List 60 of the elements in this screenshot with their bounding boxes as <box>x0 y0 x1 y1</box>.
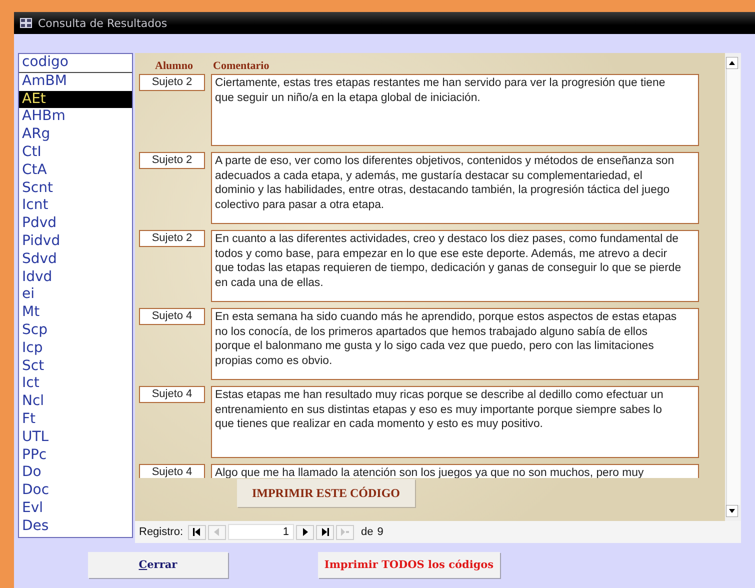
form-icon <box>20 18 32 28</box>
list-item[interactable]: ei <box>19 286 132 304</box>
last-record-button[interactable] <box>316 524 334 540</box>
list-item[interactable]: Mt <box>19 304 132 322</box>
list-item[interactable]: Pdvd <box>19 215 132 233</box>
list-item[interactable]: Evl <box>19 500 132 518</box>
list-item[interactable]: AmBM <box>19 72 132 91</box>
print-all-button[interactable]: Imprimir TODOS los códigos <box>318 552 500 578</box>
list-item[interactable]: Ft <box>19 410 132 429</box>
list-item[interactable]: Icp <box>19 340 132 358</box>
comment-field[interactable]: En cuanto a las diferentes actividades, creo y destaco los diez pases, como fundamental de todos y como base, para empezar en lo que ese este deporte. Además, me atrevo a decir que todas las etapas requieren de tiempo, dedicación y ganas de conseguir lo que se pierde en cada una de ellas. <box>211 230 699 302</box>
next-record-button[interactable] <box>296 524 314 540</box>
list-item[interactable]: Scp <box>19 322 132 340</box>
record-label: Registro: <box>139 526 184 538</box>
list-item[interactable]: Ict <box>19 375 132 394</box>
comment-field[interactable]: Algo que me ha llamado la atención son los juegos ya que no son muchos, pero muy <box>211 464 699 478</box>
comment-field[interactable]: En esta semana ha sido cuando más he aprendido, porque estos aspectos de estas etapas no los conocía, de los primeros apartados que hemos trabajado alguno sabía de ellos porque el balonmano me gusta y lo sigo cada vez que puedo, pero con las limitaciones propias como es obvio. <box>211 308 699 380</box>
scroll-down-icon[interactable] <box>726 505 738 517</box>
comment-field[interactable]: Estas etapas me han resultado muy ricas porque se describe al dedillo como efectuar un entrenamiento en sus distintas etapas y eso es muy importante porque siempre sabes lo que tienes que realizar en cada momento y esto es muy positivo. <box>211 386 699 458</box>
record-total: 9 <box>377 526 384 538</box>
comment-field[interactable]: A parte de eso, ver como los diferentes objetivos, contenidos y métodos de enseñanza son adecuados a cada etapa, y además, me gustaría destacar su complementariedad, el dominio y las habilidades, entre otras, destacando también, la progresión táctica del juego colectivo para pasar a otra etapa. <box>211 152 699 224</box>
list-item[interactable]: Scnt <box>19 180 132 198</box>
list-item[interactable]: CtI <box>19 144 132 162</box>
list-item[interactable]: AEt <box>19 90 132 108</box>
list-item[interactable]: Doc <box>19 482 132 500</box>
skip-back-icon[interactable] <box>192 528 202 536</box>
student-field[interactable]: Sujeto 4 <box>139 308 205 325</box>
student-field[interactable]: Sujeto 4 <box>139 386 205 403</box>
column-header: Alumno <box>154 60 194 72</box>
comment-field[interactable]: Ciertamente, estas tres etapas restantes me han servido para ver la progresión que tiene que seguir un niño/a en la etapa global de iniciación. <box>211 74 699 146</box>
list-item[interactable]: Pidvd <box>19 232 132 251</box>
student-field[interactable]: Sujeto 4 <box>139 464 205 478</box>
list-item[interactable]: Ncl <box>19 393 132 411</box>
list-item[interactable]: Idvd <box>19 268 132 286</box>
list-item[interactable]: AHBm <box>19 108 132 126</box>
student-field[interactable]: Sujeto 2 <box>139 152 205 169</box>
list-item[interactable]: ARg <box>19 126 132 144</box>
list-item[interactable]: UTL <box>19 428 132 447</box>
print-code-button[interactable]: IMPRIMIR ESTE CÓDIGO <box>237 479 415 507</box>
forward-icon[interactable] <box>300 528 310 536</box>
skip-forward-icon[interactable] <box>320 528 330 536</box>
code-list[interactable]: codigo AmBM AEt AHBm ARg CtI CtA Scnt Icnt Pdvd Pidvd Sdvd Idvd ei Mt Scp Icp Sct Ict Ncl Ft UTL PPc Do Doc Evl Des <box>18 53 133 538</box>
list-item[interactable]: Des <box>19 518 132 536</box>
record-of-label: de <box>361 526 374 538</box>
scroll-up-icon[interactable] <box>726 57 738 69</box>
list-header: codigo <box>19 54 132 73</box>
student-field[interactable]: Sujeto 2 <box>139 74 205 91</box>
list-item[interactable]: Sct <box>19 358 132 376</box>
list-item[interactable]: PPc <box>19 446 132 464</box>
column-header: Comentario <box>212 60 270 72</box>
student-field[interactable]: Sujeto 2 <box>139 230 205 247</box>
list-item[interactable]: CtA <box>19 162 132 180</box>
window-title: Consulta de Resultados <box>38 16 168 30</box>
first-record-button[interactable] <box>188 524 206 540</box>
record-number-field[interactable]: 1 <box>228 524 294 540</box>
list-item[interactable]: Icnt <box>19 197 132 216</box>
list-item[interactable]: Do <box>19 464 132 482</box>
close-button[interactable]: Cerrar <box>88 552 228 578</box>
scrollbar[interactable] <box>725 53 741 521</box>
list-item[interactable]: Sdvd <box>19 250 132 269</box>
